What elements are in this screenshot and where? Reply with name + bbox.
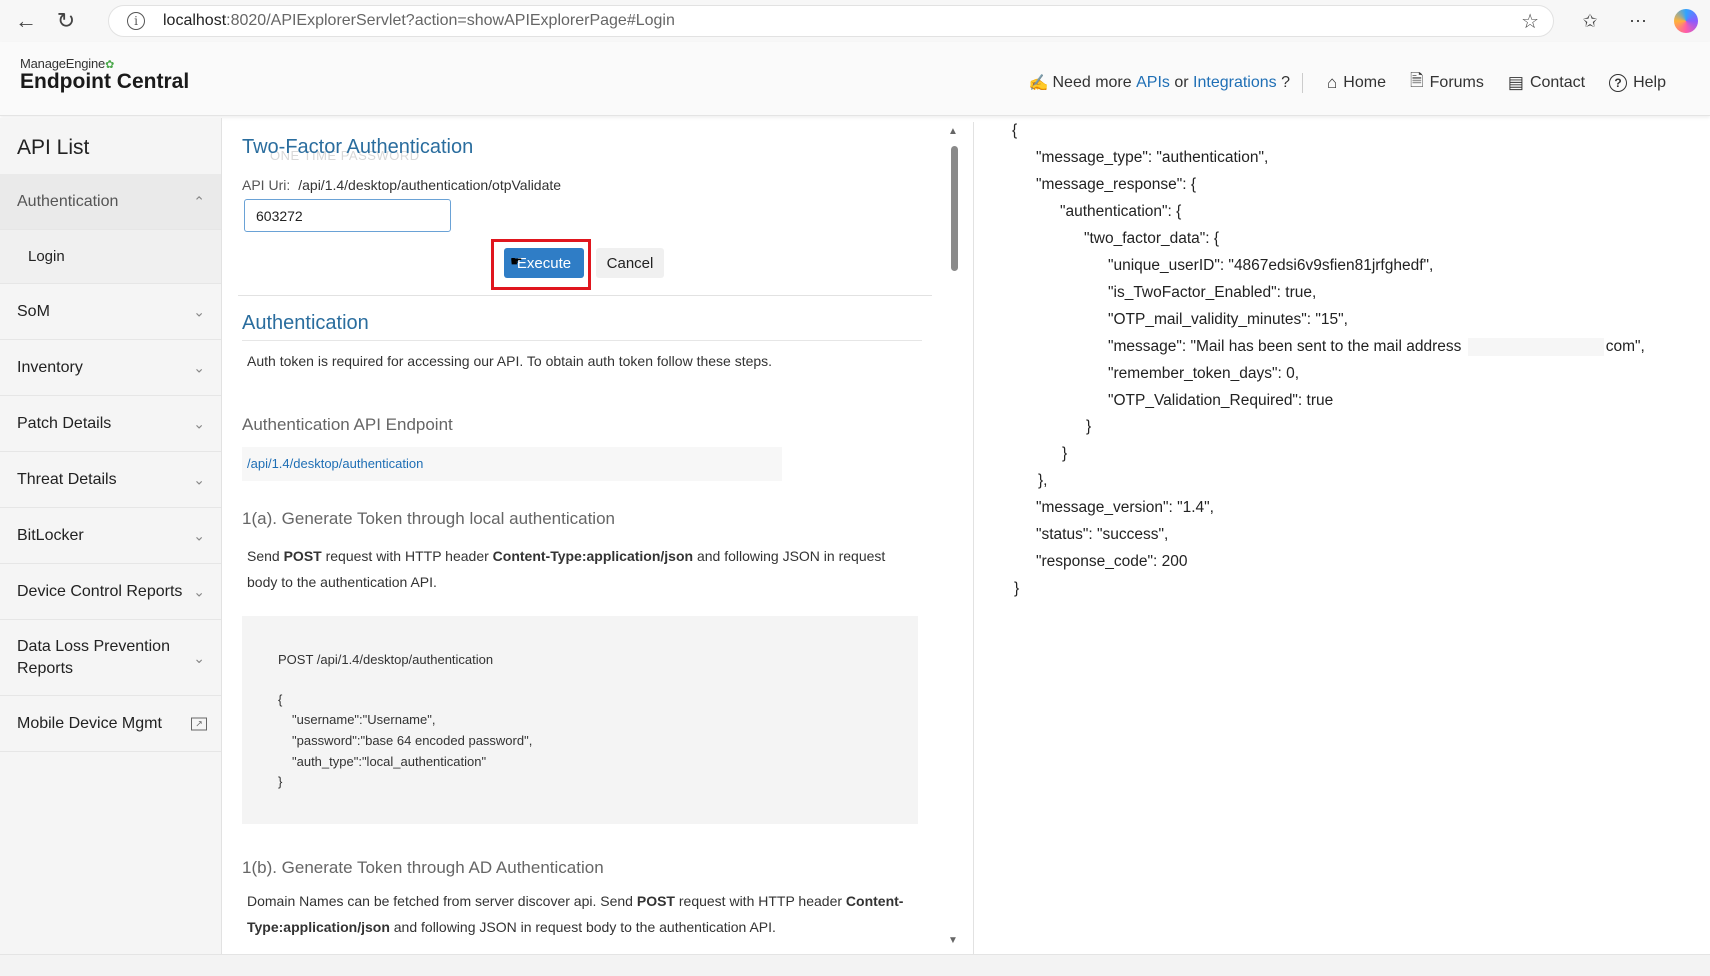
browser-toolbar: ← ↻ i localhost:8020/APIExplorerServlet?… [0,0,1710,42]
chevron-down-icon: ⌄ [193,303,205,319]
bottom-strip [0,954,1710,976]
response-message-line: "message": "Mail has been sent to the ma… [1108,338,1645,356]
need-more-link: ✍ Need more APIs or Integrations ? [1028,72,1304,93]
back-icon[interactable]: ← [6,4,46,38]
sidebar-item-device-control-reports[interactable]: Device Control Reports ⌄ [0,564,221,620]
sidebar-item-mobile-device-mgmt[interactable]: Mobile Device Mgmt ↗ [0,696,221,752]
contact-link[interactable]: ▤ Contact [1508,73,1585,93]
copilot-icon[interactable] [1674,9,1698,33]
help-icon: ? [1609,73,1628,92]
forums-link[interactable]: 🗎 Forums [1410,68,1484,97]
ad-auth-desc: Domain Names can be fetched from server … [247,893,904,935]
ad-auth-heading: 1(b). Generate Token through AD Authenti… [242,858,604,877]
sidebar-item-dlp-reports[interactable]: Data Loss Prevention Reports ⌄ [0,620,221,696]
home-link[interactable]: ⌂ Home [1327,73,1386,93]
sidebar-item-inventory[interactable]: Inventory ⌄ [0,340,221,396]
sidebar-title: API List [17,136,90,159]
home-icon: ⌂ [1327,72,1338,92]
contact-icon: ▤ [1507,72,1524,92]
auth-intro-text: Auth token is required for accessing our… [247,353,773,369]
divider [242,340,922,341]
logo[interactable]: ManageEngine✿ Endpoint Central [20,56,189,94]
code-sample: POST /api/1.4/desktop/authentication { "… [242,616,918,824]
divider [238,295,932,296]
otp-input[interactable] [244,199,451,232]
endpoint-heading: Authentication API Endpoint [242,415,453,434]
sidebar-item-login[interactable]: Login [0,230,221,284]
help-link[interactable]: ? Help [1609,73,1666,92]
scroll-up-icon[interactable]: ▲ [948,126,958,137]
apis-link[interactable]: APIs [1136,74,1170,92]
redacted-email [1467,338,1604,356]
pen-icon: ✍ [1028,74,1049,92]
reload-icon[interactable]: ↻ [46,4,86,38]
authentication-title: Authentication [242,312,369,334]
local-auth-desc: Send POST request with HTTP header Conte… [247,548,886,590]
sidebar-item-authentication[interactable]: Authentication ⌃ [0,174,221,230]
chevron-down-icon: ⌄ [193,471,205,487]
site-info-icon[interactable]: i [127,12,145,30]
address-bar[interactable]: i localhost:8020/APIExplorerServlet?acti… [108,5,1554,37]
forums-icon: 🗎 [1409,71,1424,90]
url-text: localhost:8020/APIExplorerServlet?action… [163,12,675,29]
chevron-up-icon: ⌃ [193,193,205,209]
response-pane: { "message_type": "authentication", "mes… [1012,122,1645,597]
integrations-link[interactable]: Integrations [1193,74,1277,92]
endpoint-path[interactable]: /api/1.4/desktop/authentication [242,447,782,481]
local-auth-heading: 1(a). Generate Token through local authe… [242,509,615,528]
favorites-icon[interactable]: ✩ [1566,11,1614,32]
brand-name: ManageEngine [20,56,106,71]
api-doc-pane: ONE TIME PASSWORD Two-Factor Authenticat… [236,118,936,954]
chevron-down-icon: ⌄ [193,649,205,666]
app-header: ManageEngine✿ Endpoint Central ✍ Need mo… [0,42,1710,116]
chevron-down-icon: ⌄ [193,359,205,375]
more-menu-icon[interactable]: ⋯ [1614,11,1662,32]
pane-divider [973,122,974,956]
mouse-cursor-icon: ☛ [510,253,523,269]
chevron-down-icon: ⌄ [193,583,205,599]
product-name: Endpoint Central [20,70,190,93]
chevron-down-icon: ⌄ [193,527,205,543]
sidebar-item-som[interactable]: SoM ⌄ [0,284,221,340]
sidebar-item-patch-details[interactable]: Patch Details ⌄ [0,396,221,452]
sidebar-item-bitlocker[interactable]: BitLocker ⌄ [0,508,221,564]
api-list-sidebar: API List Authentication ⌃ Login SoM ⌄ In… [0,118,222,954]
two-factor-title: Two-Factor Authentication [242,136,474,158]
chevron-down-icon: ⌄ [193,415,205,431]
cancel-button[interactable]: Cancel [596,248,664,278]
api-uri-path: /api/1.4/desktop/authentication/otpValid… [298,177,562,193]
external-link-icon[interactable]: ↗ [191,717,207,730]
scroll-down-icon[interactable]: ▼ [948,935,958,946]
sidebar-item-threat-details[interactable]: Threat Details ⌄ [0,452,221,508]
api-uri: API Uri:/api/1.4/desktop/authentication/… [242,177,562,193]
scrollbar-thumb[interactable] [951,146,958,271]
favorite-star-icon[interactable]: ☆ [1521,9,1539,34]
